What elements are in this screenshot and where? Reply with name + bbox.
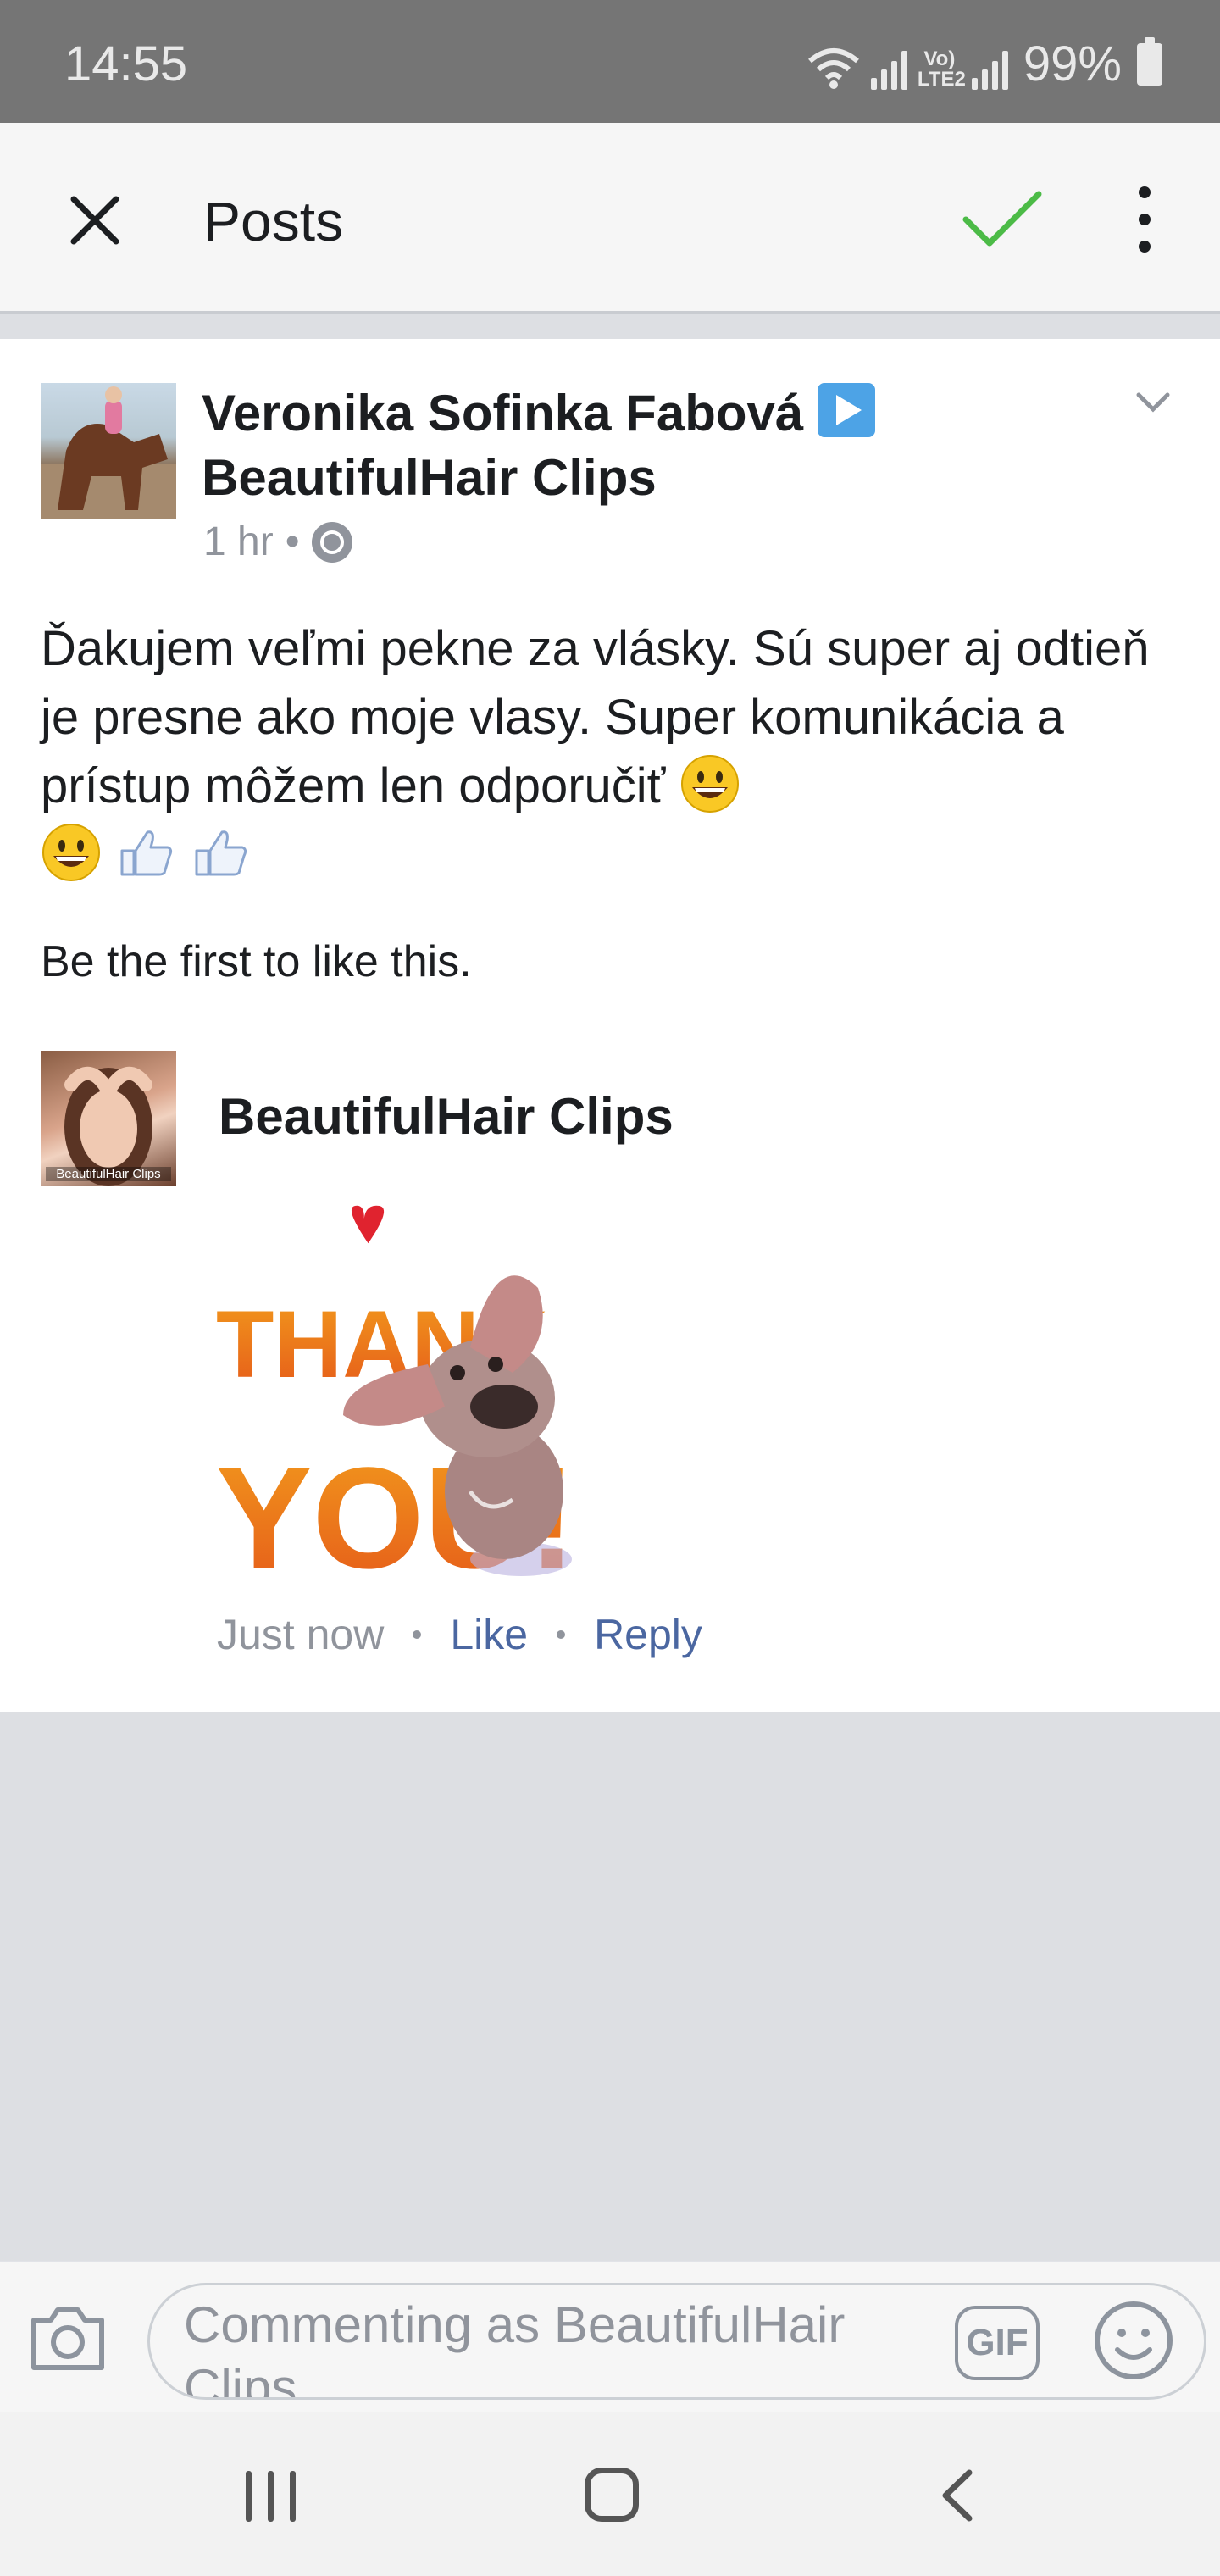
system-nav-bar [0, 2412, 1220, 2576]
grinning-face-emoji-icon [680, 755, 739, 813]
checkmark-icon[interactable] [956, 175, 1049, 260]
signal-strength-icon-2 [971, 49, 1008, 90]
comment-actions: Just now Like Reply [217, 1610, 702, 1659]
post-body: Ďakujem veľmi pekne za vlásky. Sú super … [41, 614, 1193, 889]
signal-strength-icon [870, 49, 907, 90]
post-card: Veronika Sofinka Fabová BeautifulHair Cl… [0, 339, 1220, 1712]
like-button[interactable]: Like [450, 1610, 528, 1659]
post-time[interactable]: 1 hr [203, 519, 274, 565]
status-bar: 14:55 Vo) LTE2 99% [0, 0, 1220, 123]
author-name[interactable]: Veronika Sofinka Fabová [202, 385, 803, 441]
separator-dot [413, 1630, 422, 1639]
home-icon[interactable] [585, 2468, 639, 2522]
reply-button[interactable]: Reply [594, 1610, 702, 1659]
separator-dot [557, 1630, 566, 1639]
grinning-face-emoji-icon [42, 824, 100, 881]
comment-input[interactable]: Commenting as BeautifulHair Clips GIF [147, 2283, 1206, 2400]
likes-summary[interactable]: Be the first to like this. [41, 936, 472, 987]
thank-you-sticker: THANK YOU! [216, 1195, 640, 1602]
chevron-down-icon[interactable] [1134, 383, 1173, 422]
post-author[interactable]: Veronika Sofinka Fabová BeautifulHair Cl… [202, 381, 964, 510]
thumbs-up-icon [120, 830, 173, 876]
comment-author[interactable]: BeautifulHair Clips [219, 1087, 674, 1146]
status-time: 14:55 [64, 36, 188, 92]
author-avatar[interactable] [41, 383, 176, 519]
more-vert-icon[interactable] [1118, 178, 1169, 263]
comment-placeholder: Commenting as BeautifulHair Clips [184, 2296, 846, 2400]
battery-icon [1137, 36, 1162, 86]
post-text: Ďakujem veľmi pekne za vlásky. Sú super … [41, 621, 1150, 813]
signal-icons: Vo) LTE2 [807, 39, 1008, 90]
emoji-smile-icon[interactable] [1092, 2299, 1175, 2382]
globe-icon [311, 521, 352, 563]
close-icon[interactable] [53, 178, 137, 263]
app-bar: Posts [0, 123, 1220, 314]
page-name[interactable]: BeautifulHair Clips [202, 449, 657, 506]
commenter-avatar[interactable]: BeautifulHair Clips [41, 1051, 176, 1186]
horse-photo [41, 386, 176, 519]
comment-time: Just now [217, 1611, 385, 1658]
thumbs-up-icon [195, 830, 247, 876]
post-meta: 1 hr • [203, 519, 352, 565]
play-arrow-icon [817, 383, 875, 437]
model-photo [64, 1066, 152, 1186]
avatar-watermark: BeautifulHair Clips [46, 1167, 171, 1181]
camera-icon[interactable] [25, 2300, 110, 2376]
page-title: Posts [203, 190, 344, 253]
comment-composer: Commenting as BeautifulHair Clips GIF [0, 2261, 1220, 2412]
gif-button[interactable]: GIF [955, 2306, 1040, 2380]
meta-separator: • [285, 519, 300, 564]
back-icon[interactable] [932, 2466, 983, 2525]
wifi-icon [807, 47, 859, 89]
status-indicators: Vo) LTE2 99% [807, 36, 1162, 92]
battery-percent: 99% [1023, 36, 1122, 92]
lte-indicator: Vo) LTE2 [917, 47, 966, 91]
recent-apps-icon[interactable] [246, 2471, 300, 2522]
